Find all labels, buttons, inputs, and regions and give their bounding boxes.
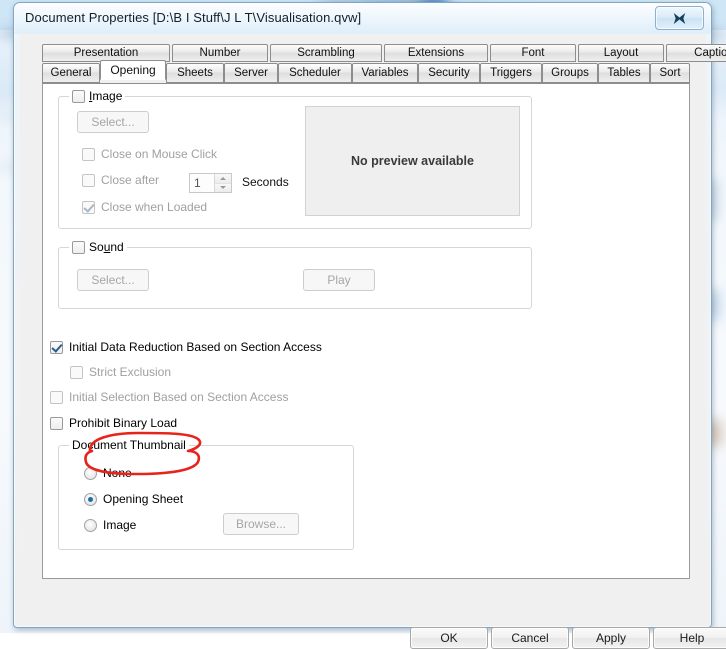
thumbnail-opening-sheet-label: Opening Sheet: [103, 492, 183, 506]
image-select-button[interactable]: Select...: [77, 111, 149, 133]
sound-select-button[interactable]: Select...: [77, 269, 149, 291]
tab-server[interactable]: Server: [224, 63, 278, 83]
close-on-mouse-click-row[interactable]: Close on Mouse Click: [82, 147, 217, 161]
tab-general[interactable]: General: [42, 63, 100, 83]
preview-placeholder-text: No preview available: [351, 154, 474, 168]
tab-security[interactable]: Security: [418, 63, 480, 83]
tab-scheduler[interactable]: Scheduler: [278, 63, 352, 83]
close-after-controls: 1 Seconds: [82, 171, 312, 195]
spinner-buttons: [214, 174, 231, 192]
tab-extensions[interactable]: Extensions: [384, 44, 488, 62]
close-when-loaded-checkbox[interactable]: [82, 201, 95, 214]
close-on-mouse-click-label: Close on Mouse Click: [101, 147, 217, 161]
close-icon: [656, 7, 703, 29]
title-bar[interactable]: Document Properties [D:\B I Stuff\J L T\…: [14, 3, 711, 34]
tab-variables[interactable]: Variables: [352, 63, 418, 83]
chevron-up-icon: [220, 177, 226, 180]
thumbnail-opening-sheet-row[interactable]: Opening Sheet: [84, 492, 183, 506]
thumbnail-opening-sheet-radio[interactable]: [84, 493, 97, 506]
seconds-spinner[interactable]: 1: [189, 173, 232, 193]
initial-selection-row[interactable]: Initial Selection Based on Section Acces…: [50, 390, 288, 404]
tab-layout[interactable]: Layout: [578, 44, 664, 62]
strict-exclusion-label: Strict Exclusion: [89, 365, 171, 379]
image-group-label: Image: [89, 89, 122, 103]
chevron-down-icon: [220, 186, 226, 189]
initial-data-reduction-label: Initial Data Reduction Based on Section …: [69, 340, 322, 354]
close-when-loaded-row[interactable]: Close when Loaded: [82, 200, 207, 214]
tab-number[interactable]: Number: [172, 44, 268, 62]
thumbnail-browse-button[interactable]: Browse...: [223, 513, 299, 535]
opening-tab-panel: Image Select... Close on Mouse Click Clo…: [42, 83, 690, 579]
ok-button[interactable]: OK: [410, 627, 488, 649]
close-button[interactable]: [655, 6, 704, 30]
tab-sheets[interactable]: Sheets: [166, 63, 224, 83]
tab-groups[interactable]: Groups: [542, 63, 598, 83]
tab-caption[interactable]: Caption: [666, 44, 726, 62]
thumbnail-image-radio[interactable]: [84, 519, 97, 532]
spinner-down-button[interactable]: [215, 184, 231, 193]
sound-play-button[interactable]: Play: [303, 269, 375, 291]
close-on-mouse-click-checkbox[interactable]: [82, 148, 95, 161]
initial-selection-checkbox[interactable]: [50, 391, 63, 404]
tab-font[interactable]: Font: [490, 44, 576, 62]
seconds-value[interactable]: 1: [190, 174, 214, 192]
sound-group-box: Sound Select... Play: [58, 247, 532, 309]
strict-exclusion-checkbox[interactable]: [70, 366, 83, 379]
sound-group-header: Sound: [69, 240, 127, 254]
close-icon-svg: [673, 13, 686, 24]
thumbnail-none-radio[interactable]: [84, 467, 97, 480]
thumbnail-none-label: None: [103, 466, 132, 480]
prohibit-binary-load-label: Prohibit Binary Load: [69, 416, 177, 430]
strict-exclusion-row[interactable]: Strict Exclusion: [70, 365, 171, 379]
prohibit-binary-load-checkbox[interactable]: [50, 417, 63, 430]
initial-selection-label: Initial Selection Based on Section Acces…: [69, 390, 288, 404]
close-when-loaded-label: Close when Loaded: [101, 200, 207, 214]
image-preview-panel: No preview available: [305, 106, 520, 216]
thumbnail-image-label: Image: [103, 518, 136, 532]
image-enable-checkbox[interactable]: [72, 90, 85, 103]
tab-triggers[interactable]: Triggers: [480, 63, 542, 83]
image-group-box: Image Select... Close on Mouse Click Clo…: [58, 96, 532, 229]
tab-scrambling[interactable]: Scrambling: [270, 44, 382, 62]
image-group-header: Image: [69, 89, 125, 103]
sound-group-label: Sound: [89, 240, 124, 254]
spinner-up-button[interactable]: [215, 174, 231, 184]
tab-row-lower: General Opening Sheets Server Scheduler …: [42, 63, 690, 84]
document-thumbnail-group-label: Document Thumbnail: [69, 438, 189, 452]
tab-strip: Presentation Number Scrambling Extension…: [42, 44, 690, 84]
help-button[interactable]: Help: [653, 627, 726, 649]
initial-data-reduction-checkbox[interactable]: [50, 341, 63, 354]
tab-tables[interactable]: Tables: [598, 63, 650, 83]
document-properties-dialog: Document Properties [D:\B I Stuff\J L T\…: [13, 2, 712, 628]
tab-opening[interactable]: Opening: [100, 60, 166, 80]
seconds-unit-label: Seconds: [242, 175, 289, 189]
sound-enable-checkbox[interactable]: [72, 241, 85, 254]
thumbnail-none-row[interactable]: None: [84, 466, 132, 480]
initial-data-reduction-row[interactable]: Initial Data Reduction Based on Section …: [50, 340, 322, 354]
dialog-client-area: Presentation Number Scrambling Extension…: [20, 34, 706, 622]
tab-sort[interactable]: Sort: [650, 63, 690, 83]
prohibit-binary-load-row[interactable]: Prohibit Binary Load: [50, 416, 177, 430]
apply-button[interactable]: Apply: [572, 627, 650, 649]
window-title: Document Properties [D:\B I Stuff\J L T\…: [25, 10, 361, 25]
thumbnail-image-row[interactable]: Image: [84, 518, 136, 532]
dialog-footer: OK Cancel Apply Help: [20, 590, 706, 622]
cancel-button[interactable]: Cancel: [491, 627, 569, 649]
document-thumbnail-group-box: Document Thumbnail None Opening Sheet Im…: [58, 445, 354, 550]
